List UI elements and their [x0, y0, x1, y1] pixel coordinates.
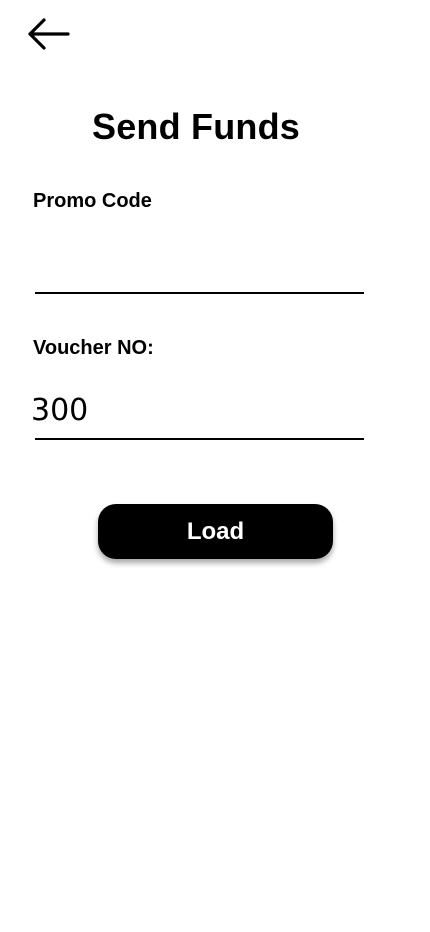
page-title: Send Funds	[92, 106, 300, 147]
promo-code-underline	[35, 292, 364, 294]
promo-code-input[interactable]	[29, 249, 364, 289]
arrow-left-icon	[26, 17, 70, 54]
voucher-no-underline	[35, 438, 364, 440]
send-funds-screen: Send Funds Promo Code Voucher NO: Load	[0, 0, 430, 932]
voucher-no-label: Voucher NO:	[33, 337, 154, 359]
promo-code-label: Promo Code	[33, 190, 152, 212]
back-button[interactable]	[24, 16, 72, 54]
voucher-no-input[interactable]	[29, 390, 364, 430]
load-button[interactable]: Load	[98, 504, 333, 559]
